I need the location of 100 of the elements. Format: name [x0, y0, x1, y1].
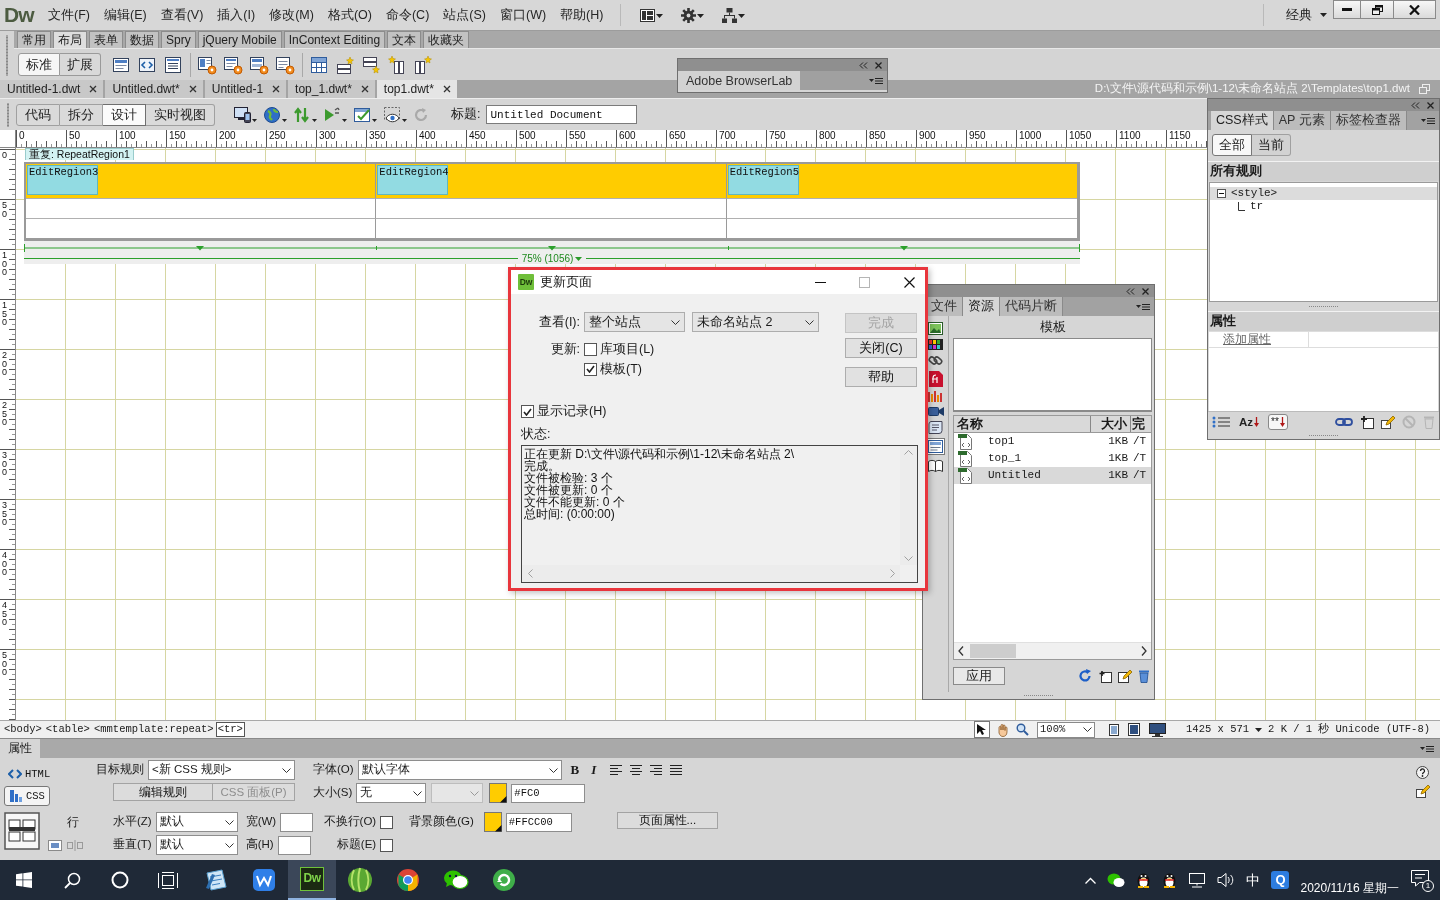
panel-tab[interactable]: 代码片断 — [1000, 297, 1063, 316]
document-tab[interactable]: Untitled-1 — [204, 80, 287, 98]
book-icon[interactable] — [928, 459, 943, 472]
page-icon[interactable] — [1128, 723, 1141, 736]
column-header[interactable]: 名称 — [954, 416, 1091, 432]
mode-button[interactable]: 当前 — [1252, 134, 1291, 156]
start-icon[interactable] — [16, 872, 32, 888]
script-icon[interactable] — [928, 421, 943, 434]
checkbox-label[interactable]: 不换行(O) — [322, 815, 381, 829]
menu-item[interactable]: 插入(I) — [210, 7, 263, 23]
zoom-icon[interactable] — [1016, 723, 1030, 736]
row-insert-icon[interactable] — [335, 54, 355, 75]
title-field[interactable]: Untitled Document — [486, 105, 638, 124]
panel-tab[interactable]: 标签检查器 — [1330, 111, 1407, 130]
widget-gear-icon[interactable] — [249, 54, 269, 75]
column-header[interactable]: 完 — [1131, 416, 1151, 432]
panel-menu-icon[interactable] — [869, 76, 883, 85]
search-icon[interactable] — [63, 871, 81, 889]
panel-tab[interactable]: CSS样式 — [1211, 111, 1274, 130]
template-row[interactable]: Untitled 1KB /T — [954, 467, 1151, 484]
panel-menu-icon[interactable] — [1420, 744, 1434, 753]
panel-tab[interactable]: 属性 — [0, 739, 40, 758]
mode-button[interactable]: 标准 — [18, 53, 60, 76]
chat-icon[interactable] — [1107, 872, 1126, 888]
close-button[interactable] — [1394, 0, 1436, 19]
insert-tab[interactable]: 文本 — [387, 31, 422, 48]
image-icon[interactable] — [928, 322, 943, 335]
window-size[interactable]: 1425 x 571 — [1186, 723, 1250, 736]
menu-item[interactable]: 帮助(H) — [553, 7, 611, 23]
clock-date[interactable]: 2020/11/16 星期一 — [1300, 880, 1399, 895]
taskbar-button[interactable]: Dw — [288, 860, 336, 900]
color-field[interactable]: #FC0 — [511, 783, 586, 803]
tag-selector[interactable]: <body> — [2, 722, 44, 737]
tag-selector[interactable]: <tr> — [215, 722, 245, 737]
resize-handle-icon[interactable] — [1308, 434, 1339, 437]
column-header[interactable]: 大小 — [1091, 416, 1131, 432]
menu-item[interactable]: 查看(V) — [153, 7, 211, 23]
checkbox-label[interactable]: 标题(E) — [322, 838, 381, 852]
close-icon[interactable] — [272, 85, 281, 93]
checkbox[interactable] — [380, 815, 394, 829]
split-cell-icon[interactable] — [67, 839, 83, 851]
devices-icon[interactable] — [233, 104, 257, 125]
justify-icon[interactable] — [670, 764, 683, 776]
view-button[interactable]: 实时视图 — [146, 103, 215, 126]
widget-gear-icon[interactable] — [197, 54, 217, 75]
menu-item[interactable]: 格式(O) — [320, 7, 379, 23]
menu-item[interactable]: 站点(S) — [436, 7, 493, 23]
insert-tab[interactable]: 常用 — [17, 31, 51, 48]
minimize-icon[interactable] — [815, 281, 826, 283]
refresh-icon[interactable] — [1078, 669, 1092, 683]
panel-menu-icon[interactable] — [1421, 116, 1435, 125]
align-right-icon[interactable] — [650, 764, 663, 776]
panel-tab[interactable]: AP 元素 — [1273, 111, 1331, 130]
rule-row[interactable]: <style> — [1210, 187, 1437, 200]
help-icon[interactable] — [1416, 766, 1429, 779]
table-icon[interactable] — [309, 54, 329, 75]
document-app-icon[interactable] — [252, 868, 276, 892]
zoom-dropdown[interactable]: 100% — [1037, 721, 1096, 738]
checkbox-label[interactable]: 库项目(L) — [600, 341, 655, 357]
striped-ball-icon[interactable] — [347, 867, 373, 893]
minimize-button[interactable] — [1333, 0, 1361, 19]
penguin-icon[interactable] — [1162, 871, 1178, 889]
tray-app-logo[interactable]: Q — [1271, 871, 1290, 889]
widget-gear-icon[interactable] — [223, 54, 243, 75]
resize-handle-icon[interactable] — [1023, 694, 1054, 697]
template-row[interactable]: top_1 1KB /T — [954, 450, 1151, 467]
mode-button[interactable]: CSS — [4, 786, 50, 806]
panel-menu-icon[interactable] — [1136, 302, 1150, 311]
panel-tab[interactable]: 资源 — [963, 297, 1000, 316]
globe-icon[interactable] — [263, 104, 287, 125]
link-icon[interactable] — [1335, 417, 1353, 427]
mode-button[interactable]: 全部 — [1212, 134, 1252, 156]
color-grid-icon[interactable] — [928, 339, 943, 350]
menu-item[interactable]: 窗口(W) — [492, 7, 554, 23]
trash-icon[interactable] — [1138, 669, 1150, 683]
row-insert-icon[interactable] — [361, 54, 381, 75]
penguin-icon[interactable] — [1136, 871, 1152, 889]
video-camera-icon[interactable] — [927, 406, 944, 417]
scrollbar-thumb[interactable] — [970, 644, 1016, 658]
widget-gear-icon[interactable] — [275, 54, 295, 75]
height-field[interactable] — [277, 835, 311, 855]
document-icon[interactable] — [928, 371, 943, 387]
edit-icon[interactable] — [1118, 669, 1132, 683]
checkbox[interactable] — [584, 362, 597, 376]
add-property-link[interactable]: 添加属性 — [1209, 332, 1309, 347]
menu-item[interactable]: 修改(M) — [262, 7, 321, 23]
new-template-icon[interactable] — [1098, 669, 1112, 683]
close-icon[interactable] — [89, 85, 98, 93]
style-button[interactable]: I — [591, 762, 597, 778]
mode-button[interactable]: 扩展 — [60, 53, 101, 76]
view-button[interactable]: 拆分 — [60, 103, 103, 126]
layout-icon[interactable] — [640, 8, 664, 22]
document-tab[interactable]: top1.dwt* — [376, 80, 457, 98]
dialog-button[interactable]: 关闭(C) — [845, 338, 917, 358]
task-view-icon[interactable] — [158, 871, 178, 889]
bars-icon[interactable] — [928, 391, 943, 402]
tool-button[interactable] — [974, 721, 991, 738]
notepad-icon[interactable] — [204, 868, 228, 892]
horizontal-align-dropdown[interactable]: 默认 — [155, 812, 238, 832]
browser-icon[interactable] — [396, 868, 420, 892]
